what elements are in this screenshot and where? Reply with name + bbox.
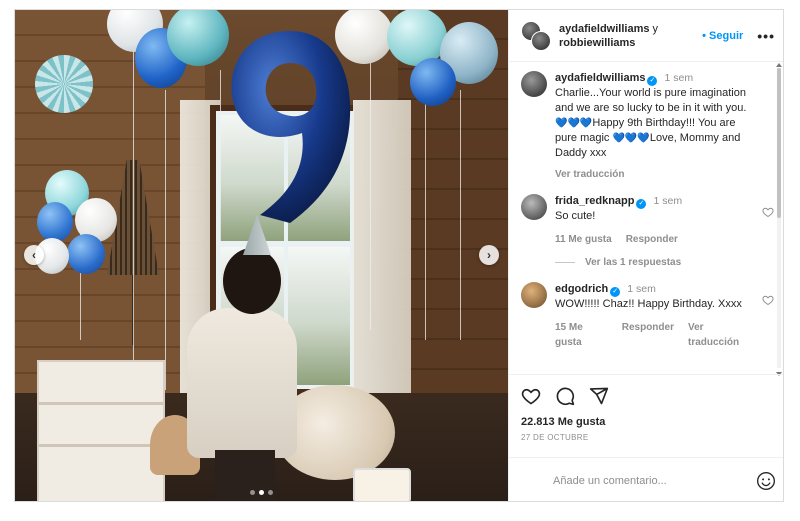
post-modal: ‹ › aydafieldwilliams y robbiewilliams •…: [14, 9, 784, 502]
comment-text: So cute!: [555, 210, 596, 222]
verified-icon: ✓: [610, 287, 621, 297]
divider: [509, 374, 783, 375]
post-date[interactable]: 27 DE OCTUBRE: [521, 433, 588, 442]
see-translation-link[interactable]: Ver traducción: [688, 320, 752, 350]
carousel-next-button[interactable]: ›: [479, 245, 499, 265]
post-actions: [521, 386, 609, 406]
avatar[interactable]: [521, 194, 547, 220]
see-translation-link[interactable]: Ver traducción: [555, 167, 752, 182]
share-icon[interactable]: [589, 386, 609, 406]
follow-button[interactable]: • Seguir: [702, 30, 743, 42]
heart-icon[interactable]: [762, 206, 774, 218]
post-header: aydafieldwilliams y robbiewilliams • Seg…: [509, 10, 783, 62]
avatar[interactable]: [521, 71, 547, 97]
post-caption: aydafieldwilliams ✓ 1 sem Charlie...Your …: [521, 71, 774, 182]
author-username[interactable]: aydafieldwilliams: [559, 23, 649, 35]
author-joiner: y: [652, 22, 659, 35]
carousel-dot: [250, 490, 255, 495]
carousel-dot-active: [259, 490, 264, 495]
post-authors: aydafieldwilliams y robbiewilliams: [559, 22, 702, 50]
caption-username[interactable]: aydafieldwilliams: [555, 72, 645, 84]
comment-composer: [509, 457, 783, 501]
comment-likes[interactable]: 11 Me gusta: [555, 232, 612, 247]
comments-scrollbar-thumb[interactable]: [777, 68, 781, 218]
verified-icon: ✓: [636, 199, 647, 209]
carousel-dot: [268, 490, 273, 495]
reply-button[interactable]: Responder: [622, 320, 674, 350]
verified-icon: ✓: [647, 76, 658, 86]
photo-paint-tray: [353, 468, 411, 501]
photo-curtain-right: [353, 100, 411, 420]
carousel-dots: [15, 490, 508, 495]
photo-child: [187, 308, 297, 458]
caption-text: Charlie...Your world is pure imagination…: [555, 87, 747, 159]
heart-icon[interactable]: [762, 294, 774, 306]
emoji-icon[interactable]: [756, 471, 776, 491]
caption-time[interactable]: 1 sem: [665, 72, 694, 84]
comment-item: edgodrich ✓ 1 sem WOW!!!!! Chaz!! Happy B…: [521, 282, 774, 350]
photo-paper-fan: [35, 55, 93, 113]
likes-count[interactable]: 22.813 Me gusta: [521, 416, 605, 428]
comment-item: frida_redknapp ✓ 1 sem So cute! 11 Me gus…: [521, 194, 774, 247]
scroll-up-arrow-icon[interactable]: [776, 62, 782, 67]
photo-shelf: [37, 360, 165, 501]
comment-icon[interactable]: [555, 386, 575, 406]
author-username[interactable]: robbiewilliams: [559, 36, 702, 50]
avatar[interactable]: [531, 30, 551, 51]
comment-time[interactable]: 1 sem: [627, 283, 656, 295]
comments-list[interactable]: aydafieldwilliams ✓ 1 sem Charlie...Your …: [509, 63, 783, 374]
carousel-prev-button[interactable]: ‹: [24, 245, 44, 265]
avatar[interactable]: [521, 282, 547, 308]
collab-avatars[interactable]: [521, 20, 551, 51]
balloon: [67, 234, 105, 274]
heart-icon[interactable]: [521, 386, 541, 406]
more-options-button[interactable]: •••: [757, 28, 775, 44]
comment-input[interactable]: [553, 474, 756, 487]
post-photo[interactable]: ‹ ›: [15, 10, 508, 501]
blue-heart-emoji: 💙💙💙: [612, 133, 650, 144]
number-nine-balloon: [231, 31, 351, 223]
comment-text: WOW!!!!! Chaz!! Happy Birthday. Xxxx: [555, 298, 742, 310]
view-replies-button[interactable]: Ver las 1 respuestas: [555, 257, 774, 268]
post-side-panel: aydafieldwilliams y robbiewilliams • Seg…: [508, 10, 783, 501]
comment-time[interactable]: 1 sem: [654, 195, 683, 207]
blue-heart-emoji: 💙💙💙: [555, 118, 593, 129]
comment-likes[interactable]: 15 Me gusta: [555, 320, 608, 350]
comment-username[interactable]: edgodrich: [555, 283, 608, 295]
reply-button[interactable]: Responder: [626, 232, 678, 247]
comment-username[interactable]: frida_redknapp: [555, 195, 634, 207]
balloon: [37, 202, 73, 242]
balloon: [410, 58, 456, 106]
